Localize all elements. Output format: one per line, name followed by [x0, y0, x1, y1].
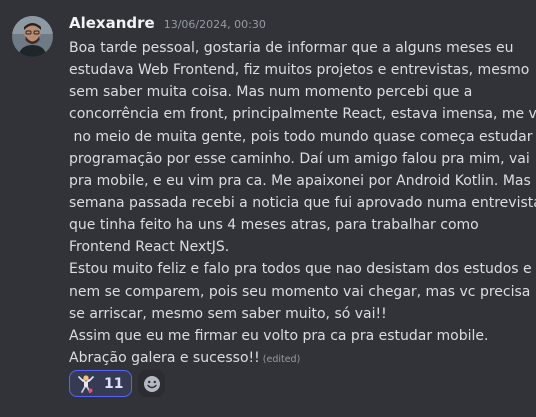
avatar[interactable] [12, 16, 53, 57]
message-line: Assim que eu me firmar eu volto pra ca p… [69, 327, 489, 344]
message-content: Boa tarde pessoal, gostaria de informar … [69, 37, 536, 369]
add-reaction-button[interactable] [138, 370, 166, 397]
reactions-bar: 11 [69, 370, 166, 397]
message-line: pra mobile, e eu vim pra ca. Me apaixone… [69, 172, 531, 189]
message-header: Alexandre 13/06/2024, 00:30 [69, 14, 266, 36]
message-line: concorrência em front, principalmente Re… [69, 106, 536, 123]
edited-label: (edited) [262, 353, 301, 365]
message-line: Boa tarde pessoal, gostaria de informar … [69, 40, 514, 56]
chat-message: Alexandre 13/06/2024, 00:30 Boa tarde pe… [0, 0, 536, 417]
message-line: se arriscar, mesmo sem saber muito, só v… [69, 305, 387, 322]
message-line: no meio de muita gente, pois todo mundo … [69, 128, 533, 145]
message-line: estudava Web Frontend, fiz muitos projet… [69, 62, 530, 79]
dancing-person-emoji-icon [78, 374, 94, 393]
message-line: sem saber muita coisa. Mas num momento p… [69, 84, 473, 101]
smiley-add-reaction-icon [143, 375, 160, 392]
message-line: semana passada recebi a noticia que fui … [69, 194, 536, 211]
author-name[interactable]: Alexandre [69, 14, 155, 32]
message-line: Frontend React NextJS. [69, 239, 230, 256]
message-line-last: Abração galera e sucesso!! (edited) [69, 347, 529, 369]
message-line: programação por esse caminho. Daí um ami… [69, 150, 530, 167]
message-line-text: Abração galera e sucesso!! [69, 349, 260, 366]
message-timestamp[interactable]: 13/06/2024, 00:30 [164, 18, 266, 31]
message-line: que tinha feito ha uns 4 meses atras, pa… [69, 217, 479, 234]
message-line: Estou muito feliz e falo pra todos que n… [69, 261, 532, 278]
reaction-button[interactable]: 11 [69, 370, 133, 397]
message-line: nem se comparem, pois seu momento vai ch… [69, 283, 531, 300]
user-avatar-icon [12, 16, 53, 57]
reaction-count: 11 [104, 375, 124, 392]
